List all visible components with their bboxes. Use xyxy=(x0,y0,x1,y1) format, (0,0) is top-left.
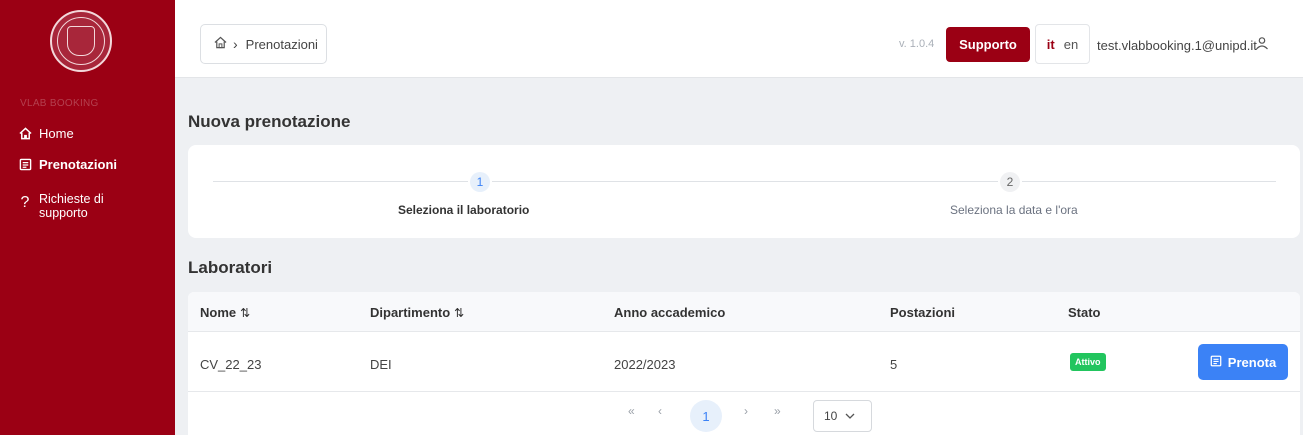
breadcrumb: › Prenotazioni xyxy=(200,24,327,64)
column-header-dipartimento[interactable]: Dipartimento ⇅ xyxy=(370,305,464,320)
cell-anno: 2022/2023 xyxy=(614,357,676,372)
table-header: Nome ⇅ Dipartimento ⇅ Anno accademico Post… xyxy=(188,292,1300,332)
column-header-nome[interactable]: Nome ⇅ xyxy=(200,305,250,320)
step-2-number[interactable]: 2 xyxy=(1000,172,1020,192)
next-page-button[interactable]: › xyxy=(744,404,748,418)
section-title-laboratori: Laboratori xyxy=(188,258,273,277)
support-button[interactable]: Supporto xyxy=(946,27,1030,62)
step-1-number[interactable]: 1 xyxy=(470,172,490,192)
cell-postazioni: 5 xyxy=(890,357,898,372)
prenota-button[interactable]: Prenota xyxy=(1198,344,1288,380)
university-seal-logo xyxy=(50,10,112,72)
sidebar-item-home[interactable]: Home xyxy=(18,126,74,141)
labs-table: Nome ⇅ Dipartimento ⇅ Anno accademico Post… xyxy=(188,292,1300,435)
prev-page-button[interactable]: ‹ xyxy=(658,404,662,418)
column-header-stato: Stato xyxy=(1068,305,1101,320)
step-2-label: Seleziona la data e l'ora xyxy=(950,203,1078,217)
status-badge: Attivo xyxy=(1070,353,1106,371)
sidebar-item-prenotazioni[interactable]: Prenotazioni xyxy=(18,157,117,172)
first-page-button[interactable]: « xyxy=(628,404,635,418)
page-title: Nuova prenotazione xyxy=(188,112,351,131)
language-it[interactable]: it xyxy=(1047,37,1055,52)
chevron-right-icon: › xyxy=(233,36,238,52)
chevron-down-icon xyxy=(845,409,855,423)
list-icon xyxy=(18,157,32,171)
sidebar-item-richieste-supporto[interactable]: ? Richieste di supporto xyxy=(18,192,109,220)
step-connector xyxy=(213,181,468,182)
table-row: CV_22_23 DEI 2022/2023 5 Attivo Prenota xyxy=(188,333,1300,392)
cell-dipartimento: DEI xyxy=(370,357,392,372)
column-header-postazioni: Postazioni xyxy=(890,305,956,320)
step-connector xyxy=(492,181,998,182)
last-page-button[interactable]: » xyxy=(774,404,781,418)
sidebar-item-label: Richieste di supporto xyxy=(39,192,104,220)
app-version: v. 1.0.4 xyxy=(899,38,935,50)
sidebar-item-label: Prenotazioni xyxy=(39,157,118,172)
pagination: « ‹ 1 › » 10 xyxy=(188,393,1300,435)
page-1-button[interactable]: 1 xyxy=(690,400,722,432)
sidebar-item-label: Home xyxy=(39,126,74,141)
sidebar-brand: VLAB BOOKING xyxy=(20,98,99,109)
sidebar: VLAB BOOKING Home Prenotazioni ? Richies… xyxy=(0,0,175,435)
home-icon xyxy=(18,126,32,140)
top-bar: › Prenotazioni v. 1.0.4 Supporto it en t… xyxy=(175,0,1303,78)
step-connector xyxy=(1022,181,1276,182)
stepper: 1 2 Seleziona il laboratorio Seleziona l… xyxy=(188,145,1300,238)
home-icon[interactable] xyxy=(214,36,227,52)
language-en[interactable]: en xyxy=(1064,37,1078,52)
column-header-anno: Anno accademico xyxy=(614,305,726,320)
user-icon[interactable] xyxy=(1255,36,1269,50)
breadcrumb-current[interactable]: Prenotazioni xyxy=(246,37,318,52)
sort-icon[interactable]: ⇅ xyxy=(454,306,464,320)
language-switcher: it en xyxy=(1035,24,1090,64)
step-1-label: Seleziona il laboratorio xyxy=(398,203,530,217)
question-icon: ? xyxy=(20,194,30,211)
cell-nome: CV_22_23 xyxy=(200,357,262,372)
rows-per-page-select[interactable]: 10 xyxy=(813,400,872,432)
list-icon xyxy=(1210,355,1222,370)
sort-icon[interactable]: ⇅ xyxy=(240,306,250,320)
user-email[interactable]: test.vlabbooking.1@unipd.it xyxy=(1097,38,1257,53)
